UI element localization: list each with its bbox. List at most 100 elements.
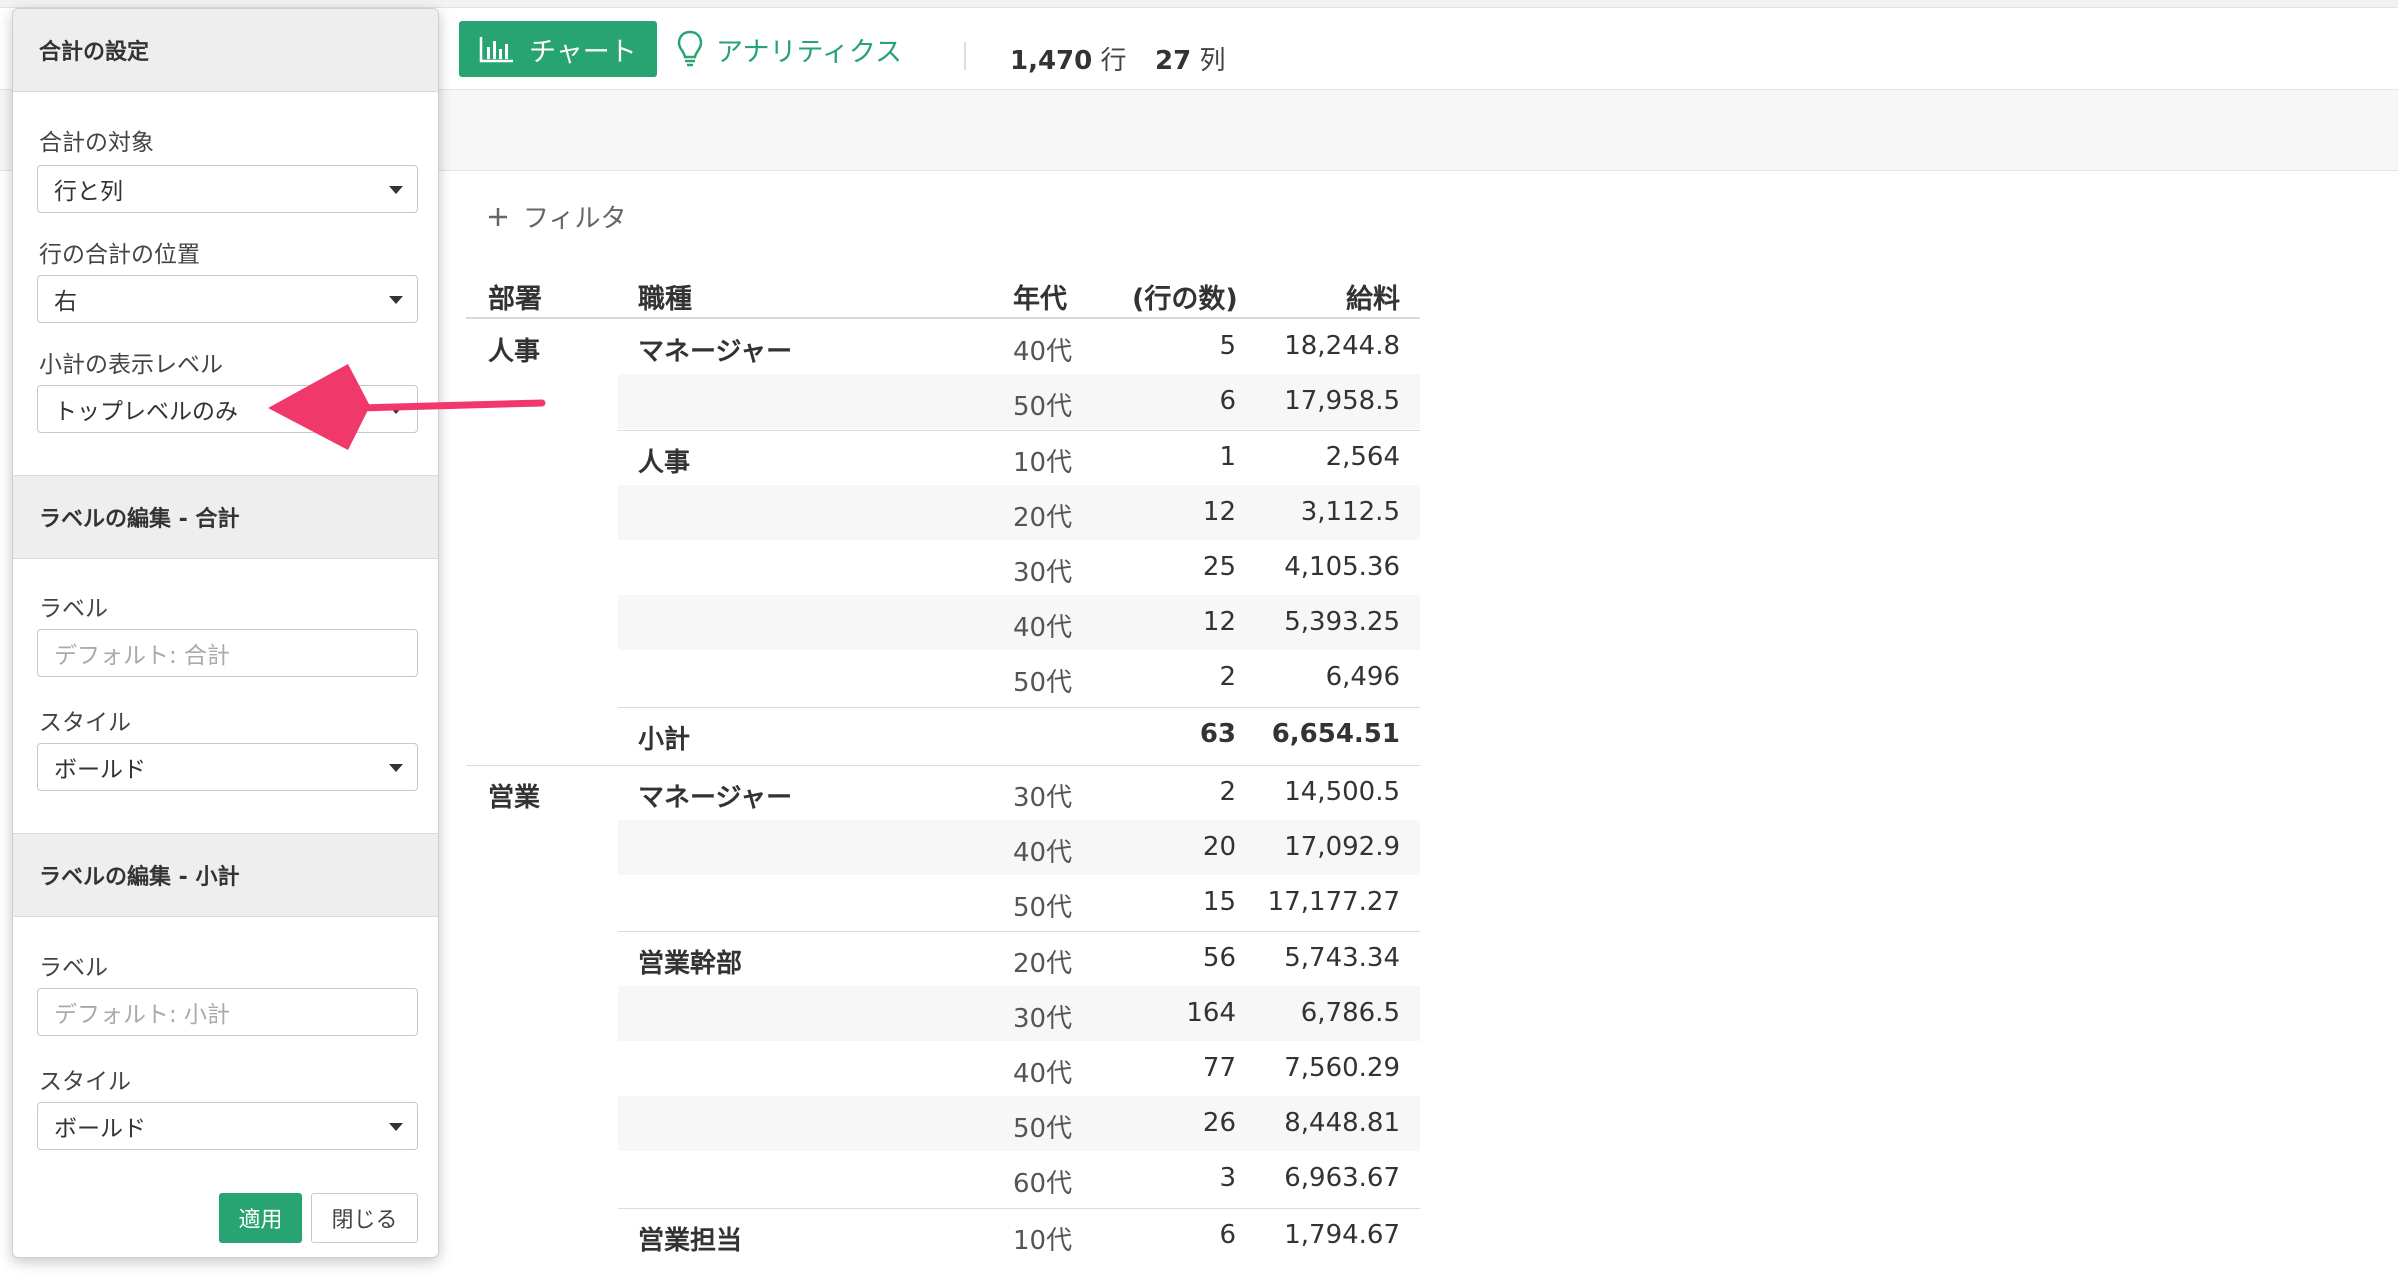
cell-salary: 18,244.8 — [1284, 331, 1400, 361]
cell-count: 63 — [1199, 719, 1236, 749]
cell-salary: 6,496 — [1325, 662, 1400, 692]
cell-job: 営業担当 — [638, 1226, 743, 1256]
table-row: 営業担当 10代 6 1,794.67 — [466, 1208, 1420, 1263]
total-label-section-title: ラベルの編集 - 合計 — [13, 475, 438, 559]
lightbulb-icon — [677, 30, 703, 67]
totals-settings-panel: 合計の設定 合計の対象 行と列 行の合計の位置 右 小計の表示レベル トップレベ… — [12, 8, 439, 1258]
table-row: 50代 6 17,958.5 — [466, 374, 1420, 429]
cell-department: 営業 — [488, 783, 541, 813]
cell-salary: 17,177.27 — [1267, 887, 1400, 917]
cell-salary: 3,112.5 — [1300, 497, 1400, 527]
table-row: 営業幹部 20代 56 5,743.34 — [466, 931, 1420, 986]
add-filter-button[interactable]: フィルタ — [487, 198, 626, 235]
cell-count: 20 — [1202, 832, 1236, 862]
group-divider — [618, 1208, 1420, 1209]
cell-count: 56 — [1202, 943, 1236, 973]
panel-title: 合計の設定 — [13, 9, 438, 92]
cell-age: 50代 — [1013, 1114, 1073, 1144]
row-total-position-label: 行の合計の位置 — [39, 242, 200, 268]
cell-salary: 5,743.34 — [1284, 943, 1400, 973]
cell-age: 40代 — [1013, 337, 1073, 367]
subtotal-label-input[interactable]: デフォルト: 小計 — [37, 988, 418, 1036]
chevron-down-icon — [389, 296, 403, 304]
header-count[interactable]: (行の数) — [1132, 277, 1238, 316]
cell-age: 20代 — [1013, 503, 1073, 533]
subtotal-label-field-label: ラベル — [39, 955, 108, 981]
column-count-value: 27 — [1155, 46, 1192, 76]
window-top-strip — [0, 0, 2398, 8]
chart-button[interactable]: チャート — [459, 21, 657, 77]
subtotal-row: 小計 63 6,654.51 — [466, 707, 1420, 762]
subtotal-level-label: 小計の表示レベル — [39, 352, 223, 378]
chevron-down-icon — [389, 1123, 403, 1131]
header-department[interactable]: 部署 — [488, 277, 542, 316]
row-count: 1,470 行 — [1010, 40, 1127, 77]
column-count: 27 列 — [1155, 40, 1225, 77]
cell-count: 1 — [1219, 442, 1236, 472]
cell-count: 77 — [1202, 1053, 1236, 1083]
cell-salary: 6,786.5 — [1300, 998, 1400, 1028]
cell-age: 20代 — [1013, 949, 1073, 979]
cell-salary: 8,448.81 — [1284, 1108, 1400, 1138]
header-salary[interactable]: 給料 — [1346, 277, 1400, 316]
subtotal-style-select[interactable]: ボールド — [37, 1102, 418, 1150]
row-count-unit: 行 — [1100, 46, 1127, 76]
header-age[interactable]: 年代 — [1013, 277, 1067, 316]
cell-age: 40代 — [1013, 838, 1073, 868]
column-count-unit: 列 — [1199, 46, 1226, 76]
group-divider — [618, 931, 1420, 932]
analytics-label: アナリティクス — [716, 36, 903, 68]
cell-age: 10代 — [1013, 448, 1073, 478]
annotation-arrow-icon — [268, 364, 546, 450]
row-total-position-select[interactable]: 右 — [37, 275, 418, 323]
cell-count: 6 — [1219, 386, 1236, 416]
header-job[interactable]: 職種 — [638, 277, 692, 316]
cell-job: 小計 — [638, 725, 691, 755]
table-row: 営業 マネージャー 30代 2 14,500.5 — [466, 765, 1420, 820]
cell-count: 164 — [1186, 998, 1236, 1028]
cell-salary: 17,092.9 — [1284, 832, 1400, 862]
table-row: 60代 3 6,963.67 — [466, 1151, 1420, 1206]
cell-count: 26 — [1202, 1108, 1236, 1138]
chevron-down-icon — [389, 764, 403, 772]
subtotal-label-placeholder: デフォルト: 小計 — [54, 1002, 231, 1028]
table-row: 40代 77 7,560.29 — [466, 1041, 1420, 1096]
pivot-table: 部署 職種 年代 (行の数) 給料 人事 マネージャー 40代 5 18,244.8 50… — [466, 266, 1420, 1256]
plus-icon — [489, 207, 507, 226]
total-label-placeholder: デフォルト: 合計 — [54, 643, 231, 669]
analytics-button[interactable]: アナリティクス — [676, 21, 902, 77]
cell-salary: 14,500.5 — [1284, 777, 1400, 807]
group-divider — [466, 765, 1420, 766]
total-label-field-label: ラベル — [39, 596, 108, 622]
cell-job: 人事 — [638, 448, 691, 478]
cell-salary: 6,963.67 — [1284, 1163, 1400, 1193]
total-style-label: スタイル — [39, 710, 131, 736]
filter-label: フィルタ — [523, 204, 627, 234]
cell-salary: 6,654.51 — [1271, 719, 1400, 749]
cell-count: 2 — [1219, 662, 1236, 692]
total-label-input[interactable]: デフォルト: 合計 — [37, 629, 418, 677]
table-row: 人事 10代 1 2,564 — [466, 430, 1420, 485]
cell-salary: 5,393.25 — [1284, 607, 1400, 637]
close-button[interactable]: 閉じる — [311, 1193, 418, 1243]
subtotal-level-value: トップレベルのみ — [54, 399, 238, 425]
bar-chart-icon — [479, 37, 513, 63]
cell-job: 営業幹部 — [638, 949, 743, 979]
cell-count: 12 — [1202, 607, 1236, 637]
cell-age: 50代 — [1013, 392, 1073, 422]
cell-count: 15 — [1202, 887, 1236, 917]
apply-button[interactable]: 適用 — [219, 1193, 302, 1243]
cell-age: 50代 — [1013, 668, 1073, 698]
total-target-select[interactable]: 行と列 — [37, 165, 418, 213]
cell-count: 5 — [1219, 331, 1236, 361]
cell-age: 10代 — [1013, 1226, 1073, 1256]
cell-count: 25 — [1202, 552, 1236, 582]
total-style-select[interactable]: ボールド — [37, 743, 418, 791]
subtotal-label-section-title: ラベルの編集 - 小計 — [13, 833, 438, 917]
subtotal-style-label: スタイル — [39, 1069, 131, 1095]
cell-count: 3 — [1219, 1163, 1236, 1193]
table-row: 人事 マネージャー 40代 5 18,244.8 — [466, 319, 1420, 374]
total-target-label: 合計の対象 — [39, 130, 154, 156]
cell-salary: 1,794.67 — [1284, 1220, 1400, 1250]
total-target-value: 行と列 — [54, 179, 123, 205]
